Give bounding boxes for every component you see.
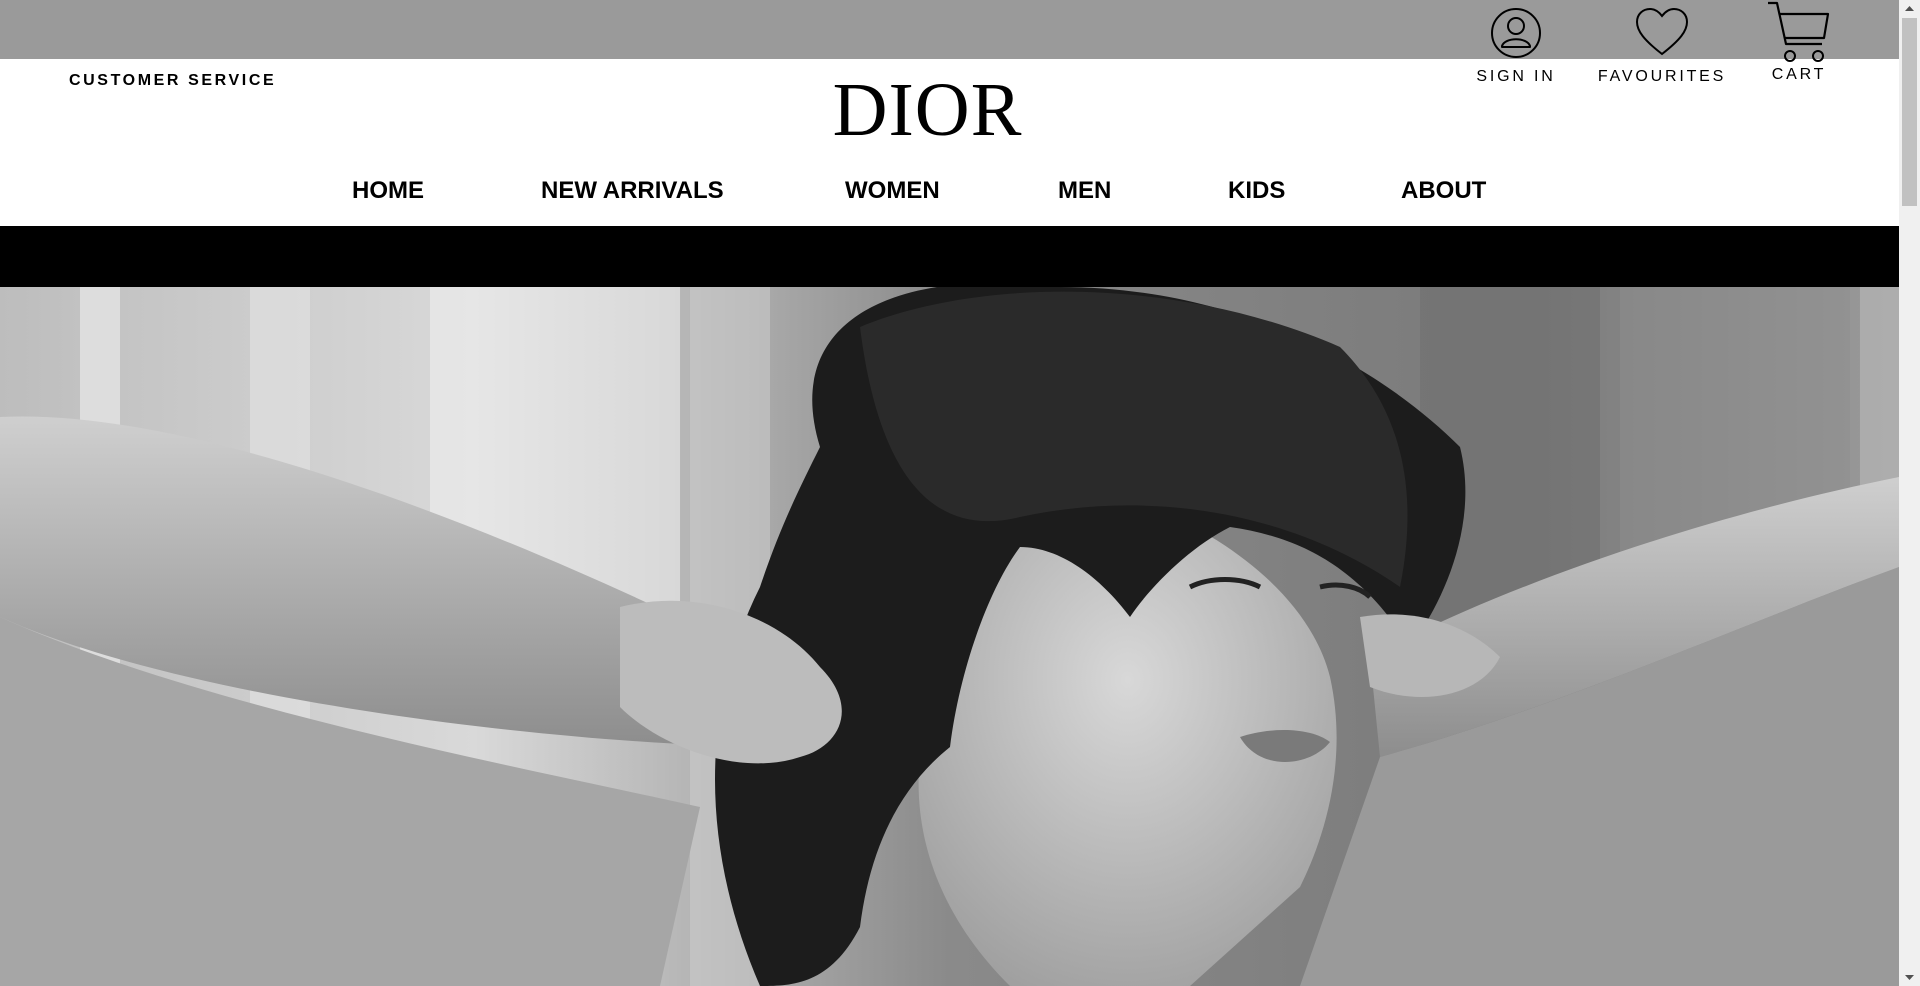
- heart-icon: [1635, 7, 1689, 56]
- cart-icon: [1768, 1, 1830, 62]
- vertical-scrollbar[interactable]: [1899, 0, 1920, 986]
- announcement-bar: [0, 226, 1899, 287]
- favourites-button[interactable]: FAVOURITES: [1598, 6, 1726, 86]
- dior-logo[interactable]: DIOR: [815, 72, 1040, 148]
- site-header: CUSTOMER SERVICE DIOR SIGN IN FAVOURITES: [0, 1, 1899, 226]
- scroll-up-arrow-icon[interactable]: [1899, 0, 1920, 17]
- sign-in-label: SIGN IN: [1476, 68, 1556, 85]
- nav-item-home[interactable]: HOME: [352, 176, 424, 206]
- nav-item-men[interactable]: MEN: [1058, 176, 1111, 206]
- hero-photo: [0, 287, 1899, 986]
- nav-item-about[interactable]: ABOUT: [1401, 176, 1486, 206]
- nav-item-new-arrivals[interactable]: NEW ARRIVALS: [541, 176, 724, 206]
- hero-image[interactable]: [0, 287, 1899, 986]
- favourites-label: FAVOURITES: [1597, 68, 1727, 85]
- scrollbar-thumb[interactable]: [1902, 18, 1917, 206]
- nav-item-women[interactable]: WOMEN: [845, 176, 940, 206]
- page: CUSTOMER SERVICE DIOR SIGN IN FAVOURITES: [0, 0, 1899, 986]
- nav-item-kids[interactable]: KIDS: [1228, 176, 1285, 206]
- cart-label: CART: [1771, 66, 1827, 83]
- customer-service-link[interactable]: CUSTOMER SERVICE: [69, 72, 276, 90]
- sign-in-button[interactable]: SIGN IN: [1476, 6, 1556, 86]
- scroll-down-arrow-icon[interactable]: [1899, 969, 1920, 986]
- cart-button[interactable]: CART: [1764, 0, 1834, 84]
- main-nav: HOME NEW ARRIVALS WOMEN MEN KIDS ABOUT: [0, 176, 1899, 208]
- user-icon: [1491, 8, 1541, 58]
